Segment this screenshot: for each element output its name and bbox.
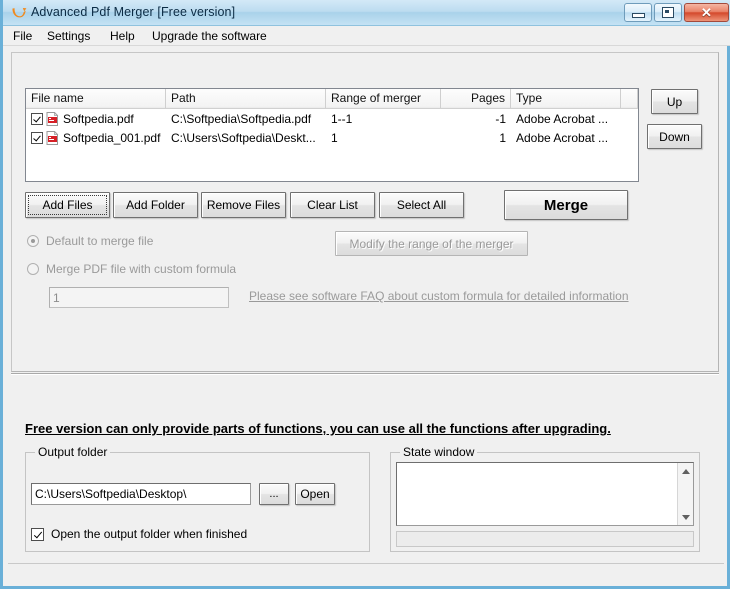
row-checkbox[interactable] — [31, 112, 43, 125]
minimize-icon — [631, 13, 645, 18]
state-log-textarea[interactable] — [396, 462, 694, 526]
menu-item-settings[interactable]: Settings — [45, 29, 92, 43]
scroll-down-arrow-icon[interactable] — [678, 509, 693, 525]
open-folder-button[interactable]: Open — [295, 483, 335, 505]
open-when-finished-checkbox[interactable]: Open the output folder when finished — [31, 527, 247, 541]
menu-item-help[interactable]: Help — [108, 29, 137, 43]
file-list[interactable]: File name Path Range of merger Pages Typ… — [25, 88, 639, 182]
select-all-button[interactable]: Select All — [379, 192, 464, 218]
caption-button-group: ✕ — [624, 3, 729, 22]
cell-type: Adobe Acrobat ... — [516, 111, 609, 126]
cell-path: C:\Softpedia\Softpedia.pdf — [171, 111, 312, 126]
add-files-button[interactable]: Add Files — [25, 192, 110, 218]
cell-range: 1--1 — [331, 111, 353, 126]
output-folder-group-title: Output folder — [35, 445, 111, 459]
window-title: Advanced Pdf Merger [Free version] — [31, 5, 236, 19]
clear-list-button[interactable]: Clear List — [290, 192, 375, 218]
state-window-group-title: State window — [400, 445, 478, 459]
table-row[interactable]: Softpedia.pdf C:\Softpedia\Softpedia.pdf… — [26, 109, 638, 128]
column-header-type[interactable]: Type — [511, 89, 621, 108]
table-row[interactable]: Softpedia_001.pdf C:\Users\Softpedia\Des… — [26, 128, 638, 147]
radio-default-merge[interactable]: Default to merge file — [27, 234, 153, 248]
scroll-up-arrow-icon[interactable] — [678, 463, 693, 479]
pdf-file-icon — [46, 130, 59, 145]
cell-pages: 1 — [499, 130, 506, 145]
title-bar[interactable]: Advanced Pdf Merger [Free version] ✕ — [3, 0, 730, 26]
merge-button[interactable]: Merge — [504, 190, 628, 220]
radio-custom-formula[interactable]: Merge PDF file with custom formula — [27, 262, 236, 276]
panel-divider — [11, 373, 719, 375]
output-path-input[interactable]: C:\Users\Softpedia\Desktop\ — [31, 483, 251, 505]
row-checkbox[interactable] — [31, 131, 43, 144]
cell-file-name: Softpedia.pdf — [26, 109, 166, 128]
faq-link[interactable]: Please see software FAQ about custom for… — [249, 289, 629, 303]
pdf-file-icon — [46, 111, 59, 126]
cell-pages: -1 — [495, 111, 506, 126]
progress-bar — [396, 531, 694, 547]
maximize-button[interactable] — [654, 3, 682, 22]
move-up-button[interactable]: Up — [651, 89, 698, 114]
column-header-path[interactable]: Path — [166, 89, 326, 108]
radio-custom-formula-mark — [27, 263, 39, 275]
minimize-button[interactable] — [624, 3, 652, 22]
cell-file-name: Softpedia_001.pdf — [26, 128, 166, 147]
move-down-button[interactable]: Down — [647, 124, 702, 149]
swoosh-logo-icon — [12, 8, 27, 18]
close-button[interactable]: ✕ — [684, 3, 729, 22]
bottom-divider — [8, 563, 724, 564]
cell-type: Adobe Acrobat ... — [516, 130, 609, 145]
menu-item-upgrade[interactable]: Upgrade the software — [150, 29, 269, 43]
custom-formula-input[interactable]: 1 — [49, 287, 229, 308]
menu-item-file[interactable]: File — [11, 29, 34, 43]
radio-default-merge-mark — [27, 235, 39, 247]
column-header-pages[interactable]: Pages — [441, 89, 511, 108]
modify-range-button[interactable]: Modify the range of the merger — [335, 231, 528, 256]
add-folder-button[interactable]: Add Folder — [113, 192, 198, 218]
column-header-range[interactable]: Range of merger — [326, 89, 441, 108]
file-list-header: File name Path Range of merger Pages Typ… — [26, 89, 638, 109]
open-when-finished-label: Open the output folder when finished — [51, 527, 248, 541]
open-when-finished-checkbox-mark — [31, 527, 44, 541]
radio-default-merge-label: Default to merge file — [46, 234, 154, 248]
maximize-icon — [662, 7, 674, 18]
cell-file-name-text: Softpedia.pdf — [63, 111, 134, 126]
cell-path: C:\Users\Softpedia\Deskt... — [171, 130, 316, 145]
cell-range: 1 — [331, 130, 338, 145]
cell-file-name-text: Softpedia_001.pdf — [63, 130, 161, 145]
column-header-file-name[interactable]: File name — [26, 89, 166, 108]
close-icon: ✕ — [701, 5, 712, 20]
column-header-spacer[interactable] — [621, 89, 638, 108]
free-version-notice: Free version can only provide parts of f… — [25, 421, 611, 436]
app-window: Advanced Pdf Merger [Free version] ✕ Fil… — [0, 0, 730, 589]
state-log-scrollbar[interactable] — [677, 463, 693, 525]
browse-folder-button[interactable]: ... — [259, 483, 289, 505]
menu-bar: File Settings Help Upgrade the software — [3, 26, 730, 46]
remove-files-button[interactable]: Remove Files — [201, 192, 286, 218]
radio-custom-formula-label: Merge PDF file with custom formula — [46, 262, 237, 276]
